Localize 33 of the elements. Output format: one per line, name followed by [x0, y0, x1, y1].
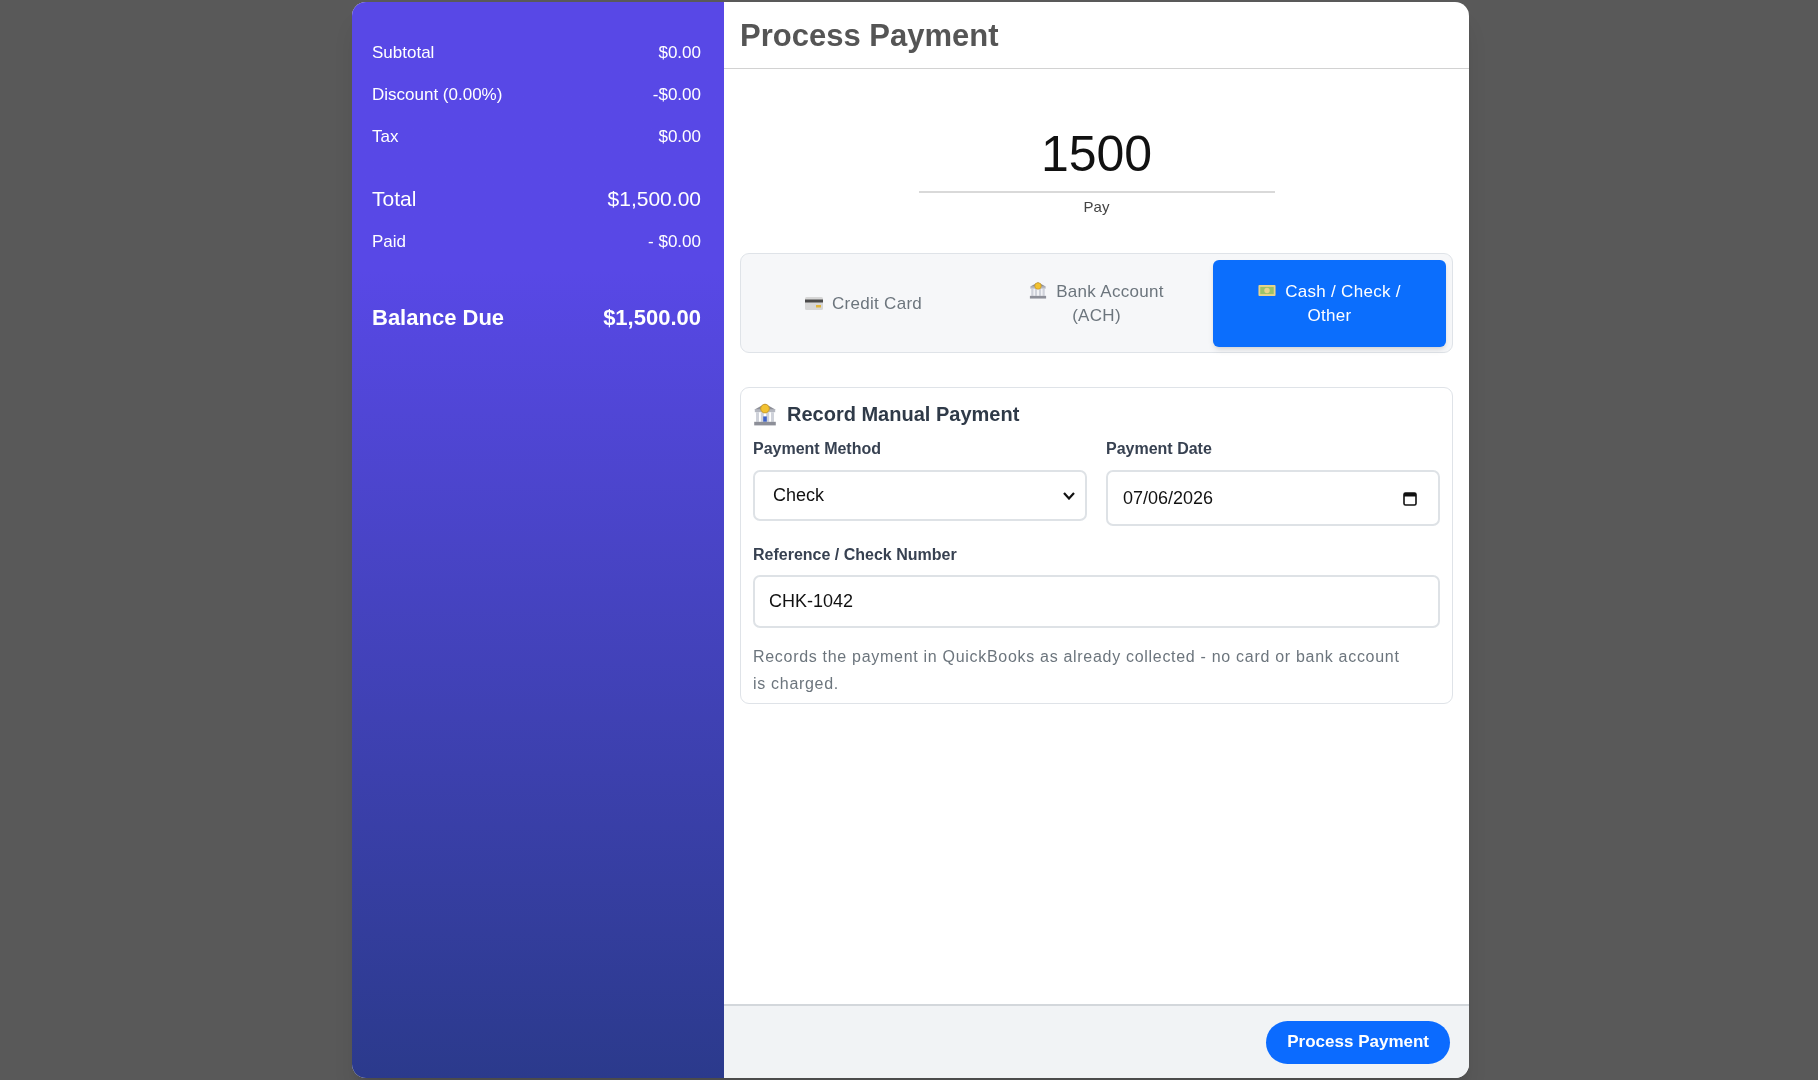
payment-method-tab[interactable]: Credit Card [747, 260, 980, 347]
summary-label: Tax [372, 126, 399, 149]
modal-title: Process Payment [740, 17, 999, 55]
summary-label: Subtotal [372, 42, 435, 65]
chevron-down-icon [1063, 491, 1075, 500]
field-label: Reference / Check Number [753, 545, 958, 565]
payment-method-tab[interactable]: Cash / Check / Other [1213, 260, 1446, 347]
credit-card-icon [804, 296, 823, 310]
field-label: Payment Method [753, 439, 882, 459]
summary-label: Balance Due [372, 303, 505, 332]
amount-label: Pay [1083, 197, 1110, 217]
bank-building-icon [1029, 280, 1048, 299]
text-input[interactable]: CHK-1042 [753, 575, 1440, 628]
dropdown[interactable]: Check [753, 470, 1087, 521]
bank-building-icon [753, 402, 777, 426]
summary-amount: $0.00 [658, 42, 701, 65]
amount-input[interactable]: 1500 [918, 117, 1275, 193]
process-payment-button[interactable]: Process Payment [1266, 1020, 1450, 1064]
summary-amount: -$0.00 [652, 84, 701, 107]
summary-amount: $1,500.00 [603, 303, 701, 332]
summary-label: Total [372, 186, 417, 213]
payment-method-tab[interactable]: Bank Account (ACH) [980, 260, 1213, 347]
banknote-icon [1258, 283, 1277, 297]
summary-label: Paid [372, 231, 407, 254]
date-field[interactable]: 07/06/2026 [1106, 470, 1440, 526]
summary-label: Discount (0.00%) [372, 84, 503, 107]
summary-amount: - $0.00 [648, 231, 701, 254]
card-heading: Record Manual Payment [787, 402, 1020, 427]
summary-amount: $0.00 [658, 126, 701, 149]
summary-amount: $1,500.00 [607, 186, 701, 213]
field-label: Payment Date [1106, 439, 1213, 459]
calendar-icon [1403, 490, 1417, 506]
help-text: Records the payment in QuickBooks as already collected - no card or bank account is charged. [753, 647, 1401, 694]
